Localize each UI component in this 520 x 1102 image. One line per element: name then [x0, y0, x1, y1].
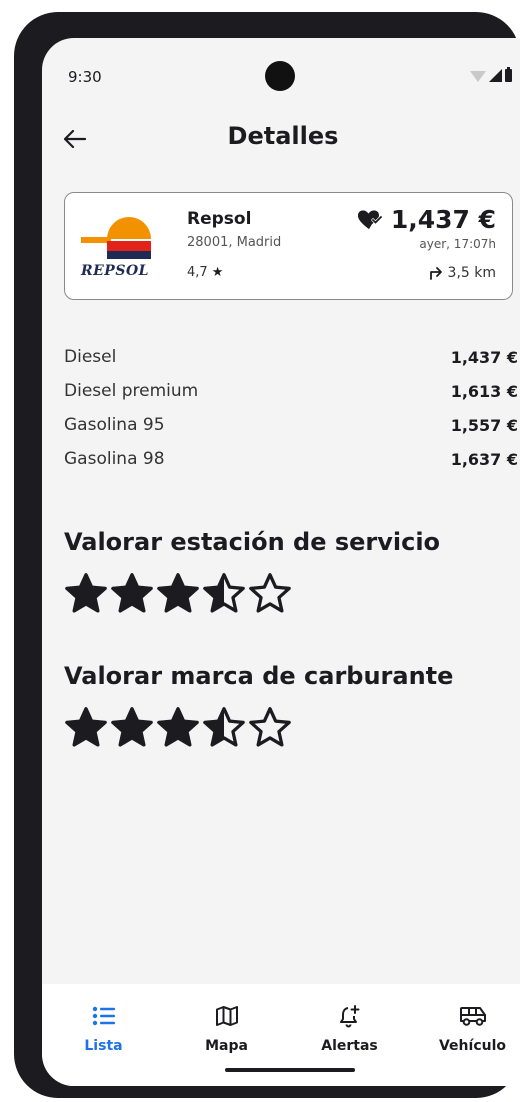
- station-distance: 3,5 km: [429, 265, 496, 281]
- bell-plus-icon: [336, 1002, 364, 1030]
- home-indicator: [225, 1068, 355, 1072]
- fuel-price-list: Diesel 1,437 € Diesel premium 1,613 € Ga…: [64, 340, 518, 476]
- turn-right-icon: [429, 267, 442, 280]
- fuel-name: Diesel: [64, 347, 117, 367]
- star-half-icon[interactable]: [202, 706, 246, 748]
- station-updated: ayer, 17:07h: [419, 237, 496, 251]
- fuel-name: Gasolina 98: [64, 449, 165, 469]
- page-title: Detalles: [227, 122, 339, 150]
- station-rating: 4,7 ★: [187, 265, 223, 280]
- fuel-price: 1,637 €: [450, 449, 518, 469]
- phone-frame: 9:30 Detalles REPSOL Repsol 28001, Madri…: [14, 12, 520, 1098]
- star-filled-icon[interactable]: [64, 706, 108, 748]
- nav-label: Mapa: [205, 1038, 248, 1054]
- nav-item-lista[interactable]: Lista: [42, 984, 165, 1086]
- rate-brand-stars[interactable]: [64, 706, 292, 748]
- rate-station-stars[interactable]: [64, 572, 292, 614]
- nav-label: Vehículo: [438, 1038, 506, 1054]
- star-empty-icon[interactable]: [248, 706, 292, 748]
- wifi-icon: [470, 71, 486, 82]
- station-rating-value: 4,7: [187, 265, 208, 280]
- fuel-row: Diesel 1,437 €: [64, 340, 518, 374]
- fuel-row: Diesel premium 1,613 €: [64, 374, 518, 408]
- signal-icon: [489, 69, 502, 82]
- star-filled-icon[interactable]: [110, 572, 154, 614]
- star-filled-icon[interactable]: [64, 572, 108, 614]
- star-filled-icon[interactable]: [156, 572, 200, 614]
- list-icon: [90, 1002, 118, 1030]
- nav-label: Lista: [84, 1038, 123, 1054]
- map-icon: [213, 1002, 241, 1030]
- station-card[interactable]: REPSOL Repsol 28001, Madrid 4,7 ★ 1,437 …: [64, 192, 513, 300]
- nav-item-vehiculo[interactable]: Vehículo: [411, 984, 520, 1086]
- star-half-icon[interactable]: [202, 572, 246, 614]
- app-screen: 9:30 Detalles REPSOL Repsol 28001, Madri…: [42, 38, 520, 1086]
- fuel-name: Diesel premium: [64, 381, 199, 401]
- battery-icon: [505, 67, 512, 82]
- heart-check-icon[interactable]: [357, 209, 383, 231]
- fuel-price: 1,437 €: [450, 347, 518, 367]
- rate-station-title: Valorar estación de servicio: [64, 528, 441, 556]
- status-icons: [470, 67, 512, 82]
- star-filled-icon[interactable]: [110, 706, 154, 748]
- repsol-logo-text: REPSOL: [81, 263, 149, 279]
- fuel-price: 1,557 €: [450, 415, 518, 435]
- status-time: 9:30: [68, 68, 102, 86]
- star-filled-icon[interactable]: [156, 706, 200, 748]
- station-distance-value: 3,5 km: [447, 265, 496, 281]
- star-empty-icon[interactable]: [248, 572, 292, 614]
- van-icon: [459, 1002, 487, 1030]
- station-price: 1,437 €: [390, 205, 496, 234]
- fuel-name: Gasolina 95: [64, 415, 165, 435]
- arrow-left-icon[interactable]: [60, 124, 90, 154]
- fuel-row: Gasolina 98 1,637 €: [64, 442, 518, 476]
- fuel-price: 1,613 €: [450, 381, 518, 401]
- camera-cutout: [265, 61, 295, 91]
- nav-label: Alertas: [321, 1038, 378, 1054]
- star-icon: ★: [211, 265, 224, 280]
- station-name: Repsol: [187, 209, 252, 229]
- fuel-row: Gasolina 95 1,557 €: [64, 408, 518, 442]
- station-address: 28001, Madrid: [187, 235, 282, 250]
- rate-brand-title: Valorar marca de carburante: [64, 662, 454, 690]
